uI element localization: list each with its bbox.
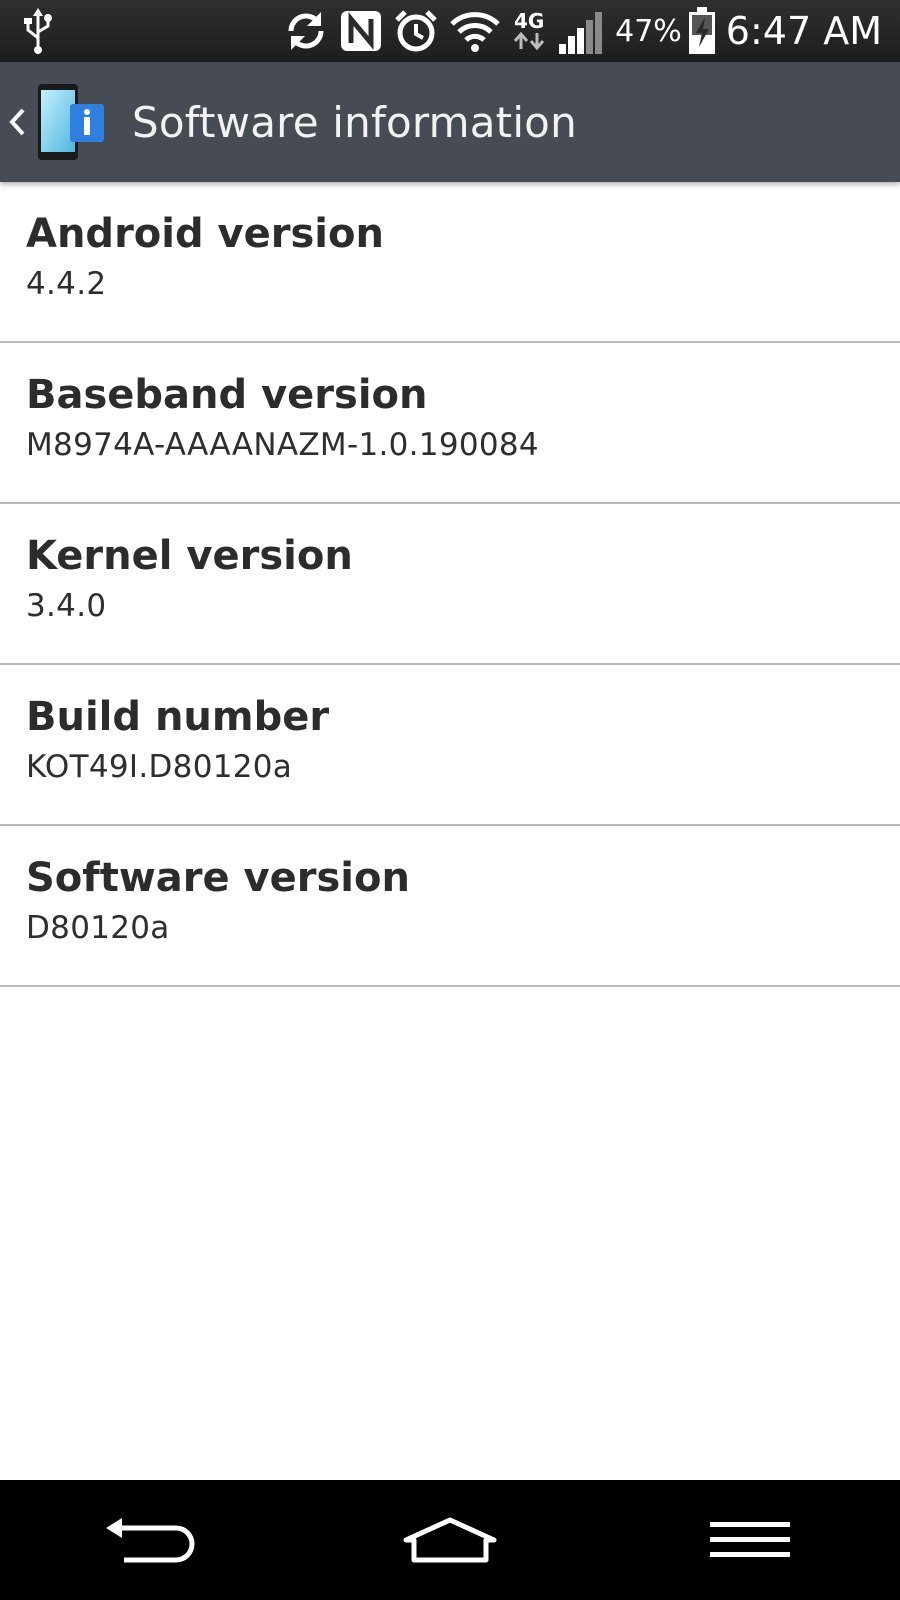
back-button[interactable]: [50, 1480, 250, 1600]
list-item-kernel-version[interactable]: Kernel version 3.4.0: [0, 504, 900, 665]
network-type-label: 4G: [513, 9, 545, 33]
item-title: Software version: [26, 855, 410, 901]
menu-icon: [710, 1520, 790, 1560]
wifi-icon: [449, 9, 501, 53]
info-list: Android version 4.4.2 Baseband version M…: [0, 182, 900, 987]
list-item-build-number[interactable]: Build number KOT49I.D80120a: [0, 665, 900, 826]
item-value: 4.4.2: [26, 266, 107, 302]
item-value: D80120a: [26, 910, 170, 946]
item-value: KOT49I.D80120a: [26, 749, 293, 785]
clock: 6:47 AM: [725, 9, 882, 53]
sync-icon: [283, 8, 329, 54]
home-button[interactable]: [350, 1480, 550, 1600]
home-icon: [402, 1516, 498, 1564]
item-title: Kernel version: [26, 533, 353, 579]
network-4g-icon: 4G: [511, 11, 547, 51]
alarm-icon: [393, 8, 439, 54]
action-bar: Software information: [0, 62, 900, 182]
item-title: Android version: [26, 211, 384, 257]
item-title: Baseband version: [26, 372, 428, 418]
list-item-android-version[interactable]: Android version 4.4.2: [0, 182, 900, 343]
page-title: Software information: [132, 97, 577, 147]
battery-charging-icon: [688, 7, 716, 55]
up-button[interactable]: [0, 62, 114, 182]
battery-percent: 47%: [615, 13, 682, 49]
item-title: Build number: [26, 694, 330, 740]
chevron-left-icon: [6, 102, 28, 142]
signal-icon: [557, 8, 605, 54]
nfc-icon: [339, 9, 383, 53]
menu-button[interactable]: [650, 1480, 850, 1600]
status-bar: 4G 47% 6:47 AM: [0, 0, 900, 62]
item-value: 3.4.0: [26, 588, 107, 624]
list-item-software-version[interactable]: Software version D80120a: [0, 826, 900, 987]
back-icon: [104, 1516, 196, 1564]
software-info-icon: [34, 82, 114, 162]
item-value: M8974A-AAAANAZM-1.0.190084: [26, 427, 539, 463]
navigation-bar: [0, 1480, 900, 1600]
usb-icon: [22, 8, 54, 58]
list-item-baseband-version[interactable]: Baseband version M8974A-AAAANAZM-1.0.190…: [0, 343, 900, 504]
